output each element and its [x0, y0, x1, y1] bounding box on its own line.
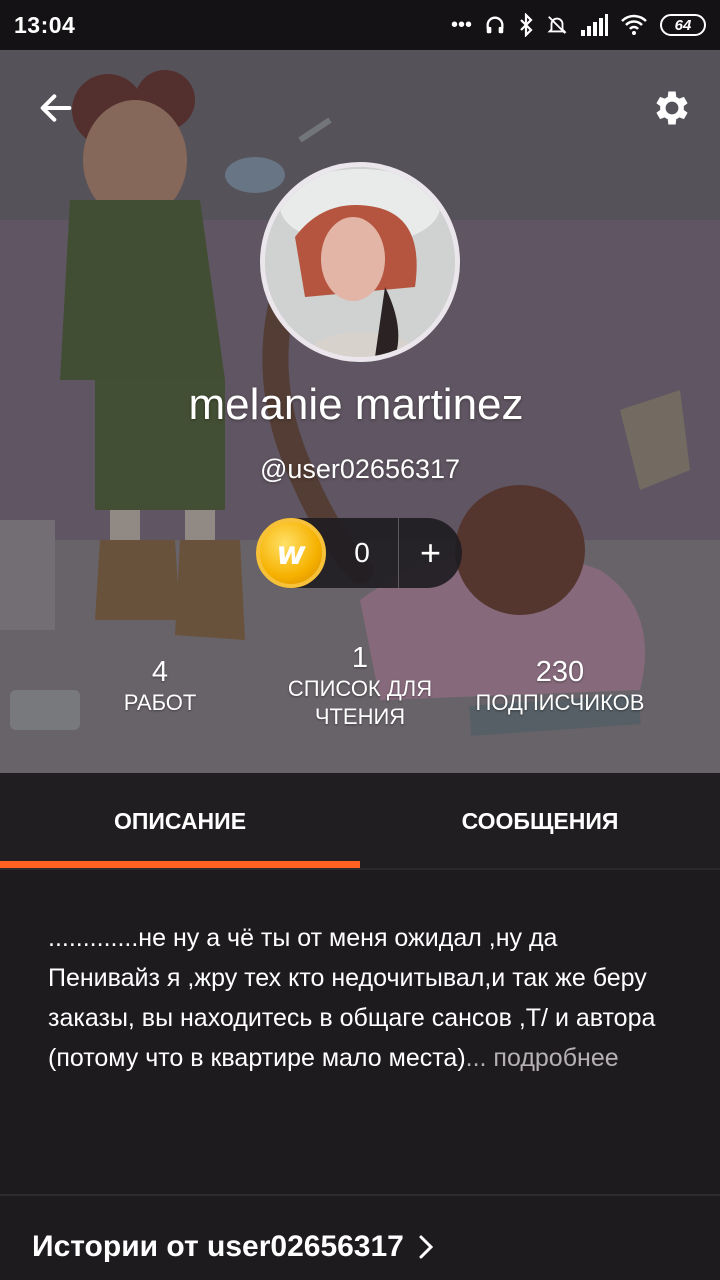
profile-name: melanie martinez — [188, 380, 524, 429]
section-divider — [0, 1194, 720, 1196]
stat-works-value: 4 — [151, 656, 169, 688]
status-bar: 13:04 ••• 64 — [0, 0, 720, 50]
stat-reading-list-label: СПИСОК ДЛЯ ЧТЕНИЯ — [287, 676, 433, 729]
tab-messages[interactable]: СООБЩЕНИЯ — [360, 773, 720, 869]
profile-avatar[interactable] — [260, 162, 460, 362]
wifi-icon — [621, 14, 647, 35]
bluetooth-icon — [520, 13, 533, 37]
stories-title: Истории от user02656317 — [32, 1230, 404, 1263]
avatar-image — [265, 167, 455, 357]
add-coins-button[interactable]: + — [399, 518, 462, 588]
stat-works-label: РАБОТ — [123, 690, 197, 715]
settings-button[interactable] — [644, 80, 700, 136]
profile-handle: @user02656317 — [259, 454, 461, 484]
stat-reading-list[interactable]: 1 СПИСОК ДЛЯ ЧТЕНИЯ — [270, 642, 450, 731]
profile-description: .............не ну а чё ты от меня ожида… — [48, 918, 668, 1078]
read-more-link[interactable]: ... подробнее — [466, 1044, 619, 1072]
stat-followers-value: 230 — [535, 656, 585, 688]
mute-icon — [547, 16, 567, 34]
back-button[interactable] — [28, 80, 84, 136]
profile-tabs: ОПИСАНИЕ СООБЩЕНИЯ — [0, 773, 720, 869]
battery-indicator: 64 — [660, 14, 706, 36]
status-icons: ••• 64 — [451, 13, 706, 37]
coin-count: 0 — [354, 537, 370, 568]
gear-icon — [656, 91, 688, 125]
more-dots-icon: ••• — [450, 13, 472, 36]
tab-description[interactable]: ОПИСАНИЕ — [0, 773, 360, 869]
tabs-divider — [0, 868, 720, 870]
stories-section-link[interactable]: Истории от user02656317 — [32, 1230, 434, 1264]
stat-followers[interactable]: 230 ПОДПИСЧИКОВ — [460, 656, 660, 717]
wattpad-coin-icon: w — [256, 518, 326, 588]
profile-header: melanie martinez @user02656317 w 0 + 4 Р… — [0, 50, 720, 773]
stat-followers-label: ПОДПИСЧИКОВ — [475, 690, 645, 715]
stat-works[interactable]: 4 РАБОТ — [80, 656, 240, 717]
chevron-right-icon — [419, 1235, 433, 1259]
signal-icon — [581, 14, 608, 36]
coin-balance: w 0 + — [256, 518, 462, 588]
status-time: 13:04 — [14, 11, 76, 38]
arrow-left-icon — [40, 94, 72, 122]
stat-reading-list-value: 1 — [351, 642, 369, 674]
headphones-icon — [486, 16, 504, 34]
